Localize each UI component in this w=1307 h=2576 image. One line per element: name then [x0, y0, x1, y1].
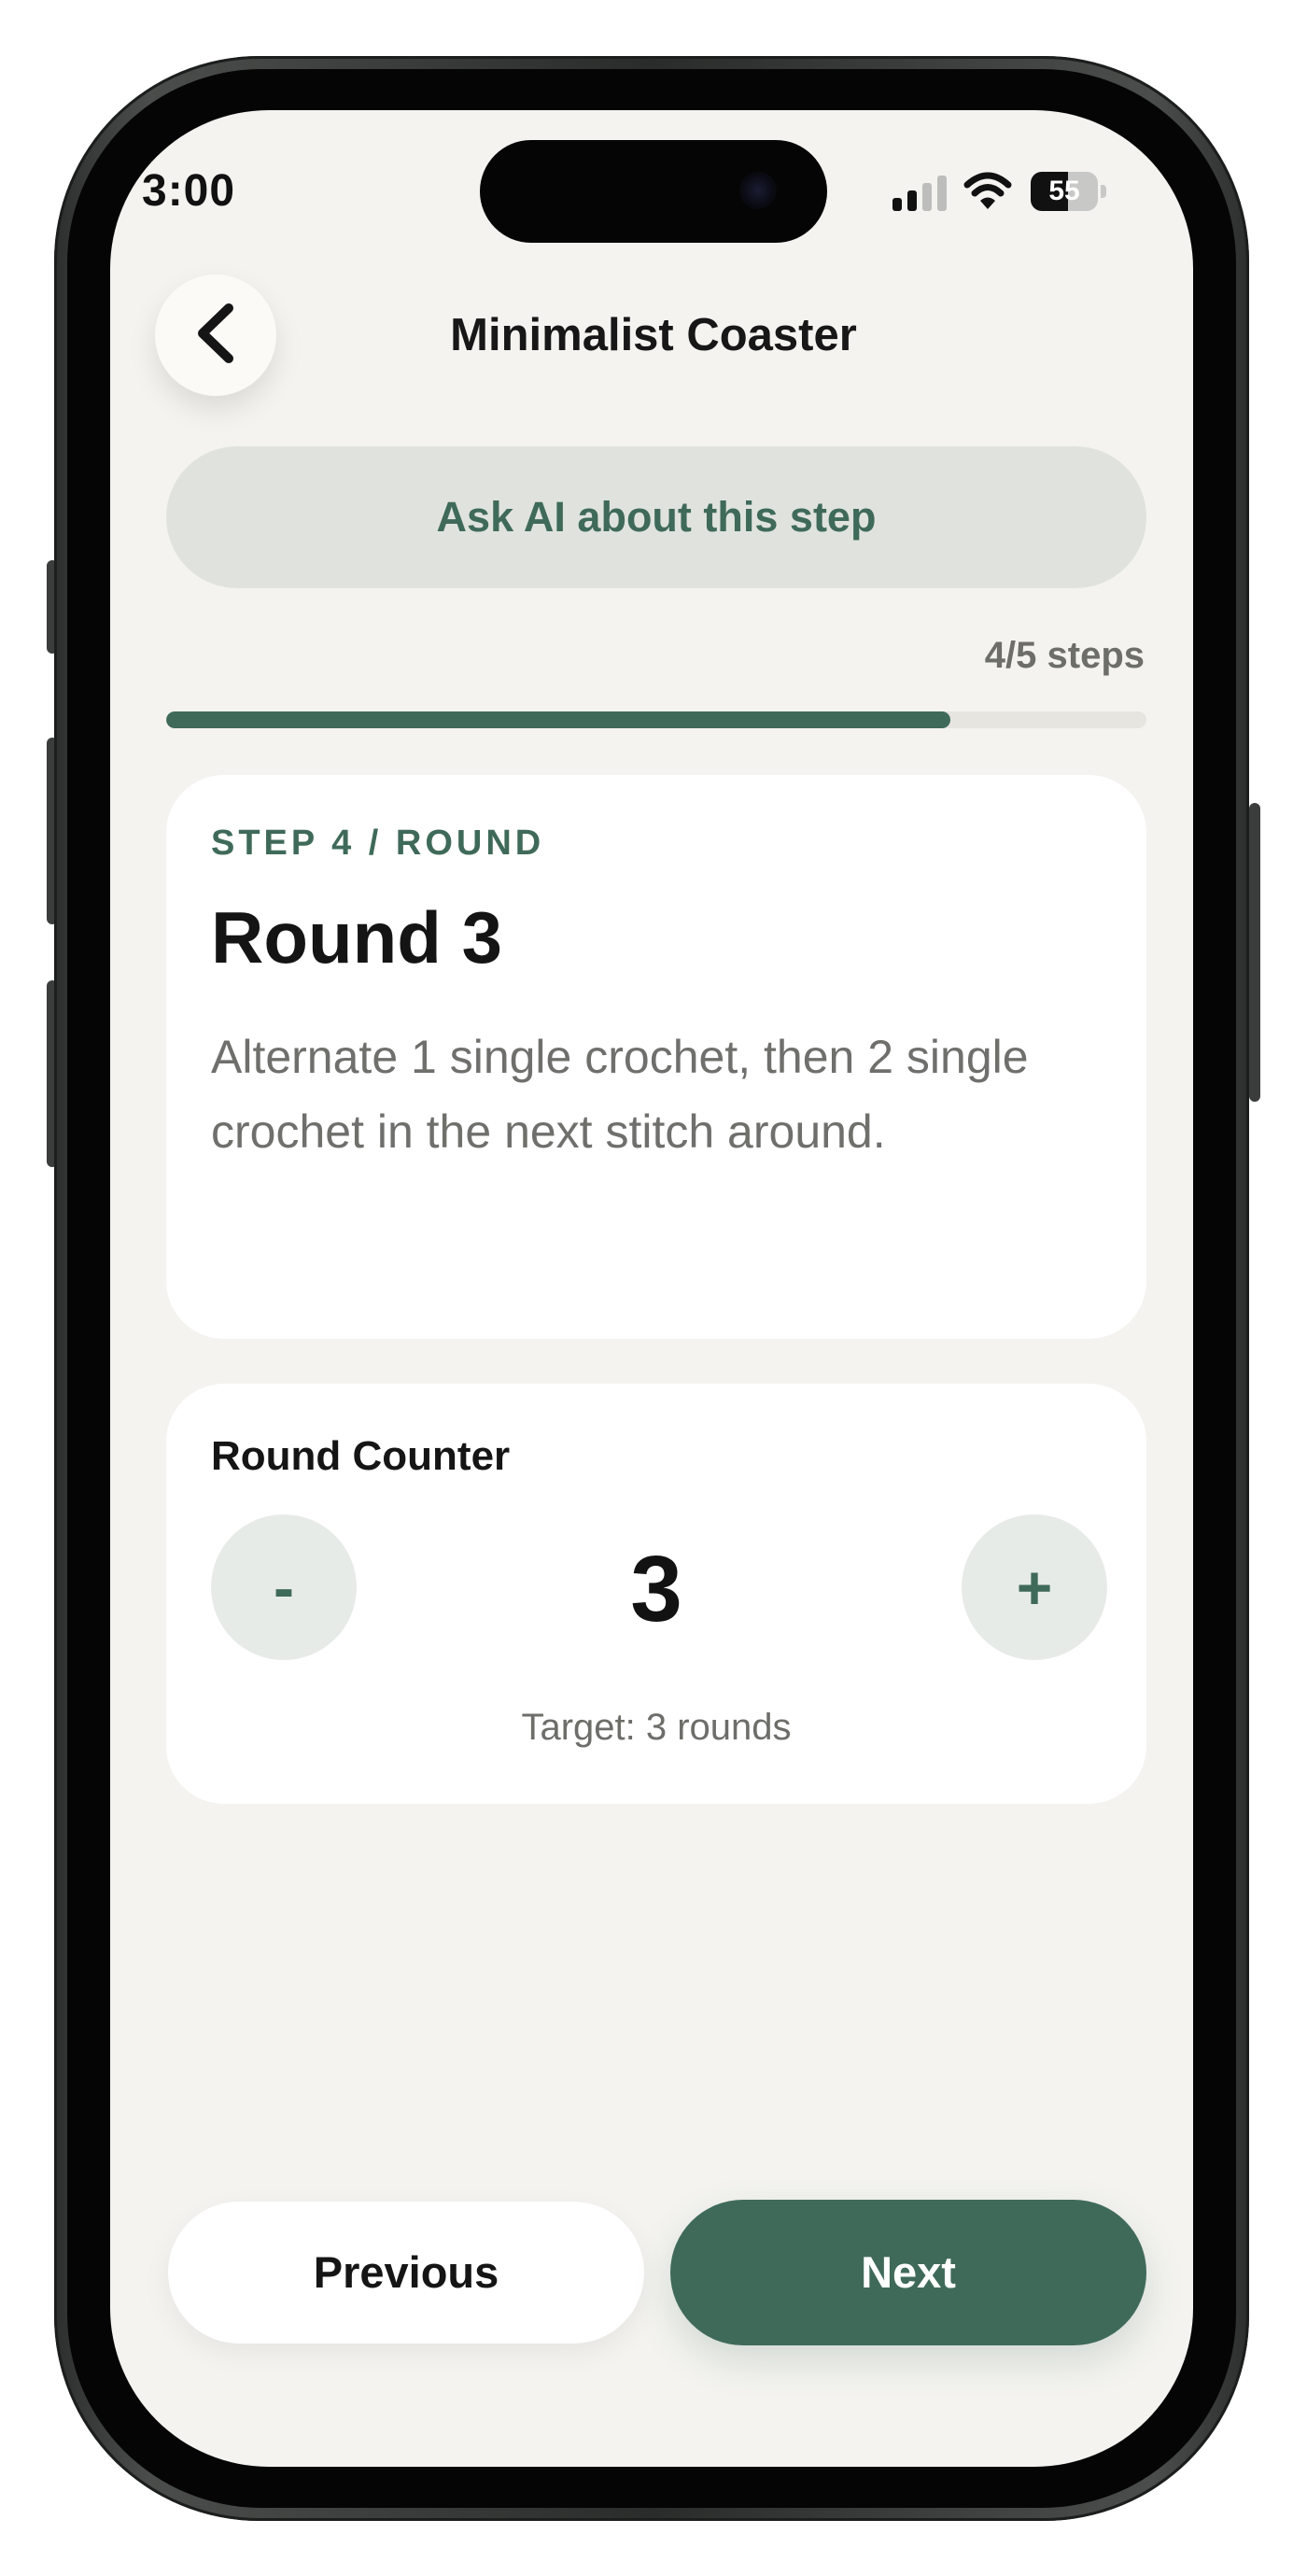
step-progress-label: 4/5 steps: [984, 635, 1145, 676]
back-button[interactable]: [155, 274, 276, 396]
ask-ai-button[interactable]: Ask AI about this step: [166, 446, 1146, 588]
cellular-signal-icon: [892, 174, 949, 211]
next-button[interactable]: Next: [670, 2200, 1146, 2345]
step-description: Alternate 1 single crochet, then 2 singl…: [211, 1031, 1029, 1158]
round-counter-card: Round Counter - 3 + Target: 3 rounds: [166, 1384, 1146, 1804]
page-title: Minimalist Coaster: [450, 310, 857, 360]
counter-target: Target: 3 rounds: [521, 1707, 792, 1748]
step-label: STEP 4 / ROUND: [211, 823, 545, 863]
front-camera-icon: [739, 172, 777, 209]
progress-bar: [166, 711, 1146, 728]
wifi-icon: [963, 172, 1012, 211]
step-card: STEP 4 / ROUND Round 3 Alternate 1 singl…: [166, 775, 1146, 1339]
battery-icon: 55: [1031, 172, 1107, 211]
power-button: [1249, 803, 1260, 1102]
signal-bar: [907, 190, 917, 211]
previous-button[interactable]: Previous: [168, 2202, 644, 2344]
signal-bar: [922, 183, 932, 211]
step-title: Round 3: [211, 896, 502, 978]
canvas: 3:00 55 Minimalist Coaster Ask AI about …: [0, 0, 1307, 2576]
counter-label: Round Counter: [211, 1433, 511, 1479]
decrement-button[interactable]: -: [211, 1514, 357, 1660]
signal-bar: [892, 198, 902, 211]
counter-value: 3: [630, 1537, 682, 1641]
battery-level: 55: [1048, 176, 1080, 206]
signal-bar: [937, 176, 947, 211]
increment-button[interactable]: +: [962, 1514, 1107, 1660]
battery-tip: [1101, 185, 1106, 198]
progress-fill: [166, 711, 950, 728]
chevron-left-icon: [191, 303, 240, 369]
status-time: 3:00: [142, 166, 236, 216]
dynamic-island: [480, 140, 827, 243]
battery-body: 55: [1031, 172, 1098, 211]
